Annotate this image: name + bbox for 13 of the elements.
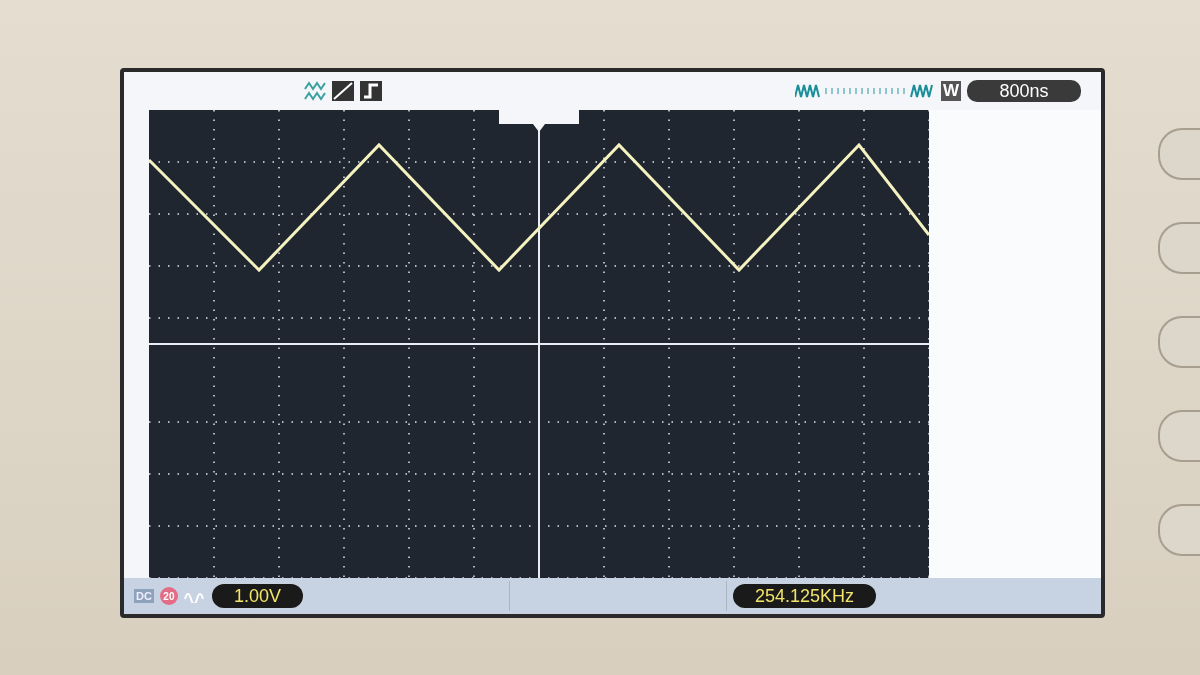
softkey-button[interactable]	[1158, 316, 1200, 368]
timebase-readout: 800ns	[967, 80, 1081, 102]
softkey-button[interactable]	[1158, 410, 1200, 462]
bandwidth-limit-badge: 20	[159, 587, 178, 605]
softkey-button[interactable]	[1158, 222, 1200, 274]
volts-per-division-readout: 1.00V	[211, 584, 303, 608]
softkey-button[interactable]	[1158, 504, 1200, 556]
waveform-icon	[304, 81, 326, 101]
coupling-label: DC	[134, 589, 154, 603]
frequency-readout: 254.125KHz	[732, 584, 876, 608]
rising-edge-icon	[332, 81, 354, 101]
window-mark: W	[940, 81, 961, 101]
softkey-button[interactable]	[1158, 128, 1200, 180]
